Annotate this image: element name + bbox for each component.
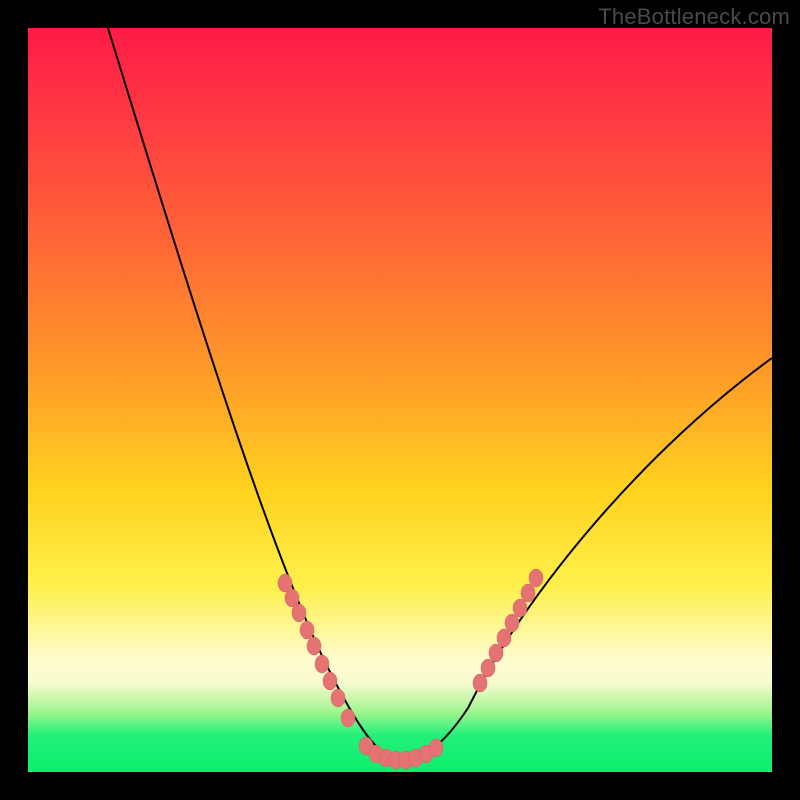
marker-dot: [521, 584, 535, 602]
marker-dot: [489, 644, 503, 662]
marker-dot: [481, 659, 495, 677]
marker-dot: [300, 621, 314, 639]
plot-area: [28, 28, 772, 772]
marker-dot: [529, 569, 543, 587]
marker-dot: [323, 672, 337, 690]
marker-dot: [513, 599, 527, 617]
marker-group-left: [278, 574, 355, 727]
marker-dot: [315, 655, 329, 673]
bottleneck-curve: [108, 28, 772, 760]
marker-group-right: [473, 569, 543, 692]
watermark-text: TheBottleneck.com: [598, 4, 790, 30]
marker-dot: [341, 709, 355, 727]
outer-frame: TheBottleneck.com: [0, 0, 800, 800]
marker-dot: [505, 614, 519, 632]
curve-layer: [28, 28, 772, 772]
marker-dot: [292, 604, 306, 622]
marker-dot: [331, 689, 345, 707]
marker-dot: [307, 637, 321, 655]
marker-dot: [429, 739, 443, 757]
marker-group-bottom: [359, 737, 443, 769]
marker-dot: [497, 629, 511, 647]
marker-dot: [473, 674, 487, 692]
